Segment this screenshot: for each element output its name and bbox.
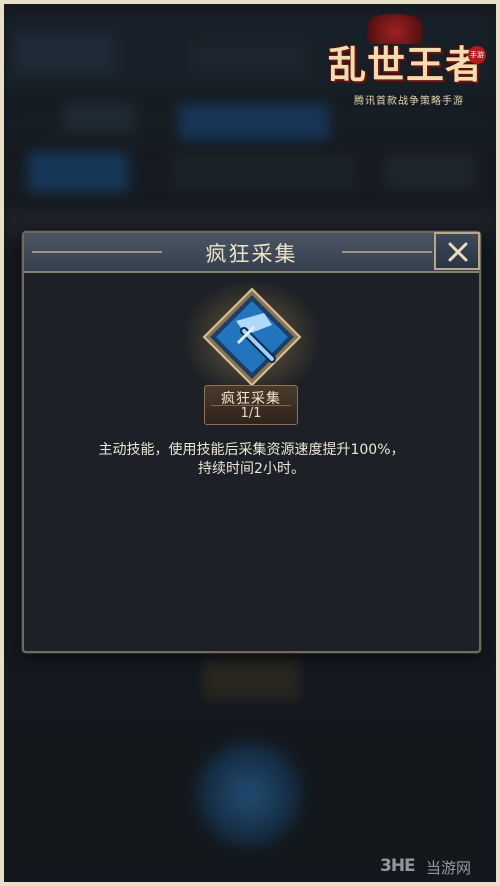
skill-count: 1/1 [240,406,262,421]
logo-title: 乱世王者 [328,42,485,87]
gather-tool-icon[interactable] [200,285,304,389]
close-button[interactable] [434,232,480,270]
skill-description: 主动技能，使用技能后采集资源速度提升100%， 持续时间2小时。 [44,441,459,479]
skill-dialog: 疯狂采集 疯狂采集 1/1 主动技能，使用技能后采集资源速度提升100%， 持续… [22,231,481,653]
dialog-header: 疯狂采集 [24,233,479,273]
watermark-logo: 3HE [380,856,416,876]
game-logo: 乱世王者 手游 腾讯首款战争策略手游 [320,14,490,112]
skill-name-plate: 疯狂采集 1/1 [204,385,298,425]
description-line-1: 主动技能，使用技能后采集资源速度提升100%， [98,442,405,458]
dialog-title: 疯狂采集 [205,242,298,266]
close-x-icon [448,242,468,262]
logo-seal: 手游 [468,46,486,64]
watermark-text: 当游网 [426,859,472,877]
site-watermark: 3HE 当游网 [380,856,492,878]
logo-subtitle: 腾讯首款战争策略手游 [354,96,464,107]
description-line-2: 持续时间2小时。 [198,461,305,477]
